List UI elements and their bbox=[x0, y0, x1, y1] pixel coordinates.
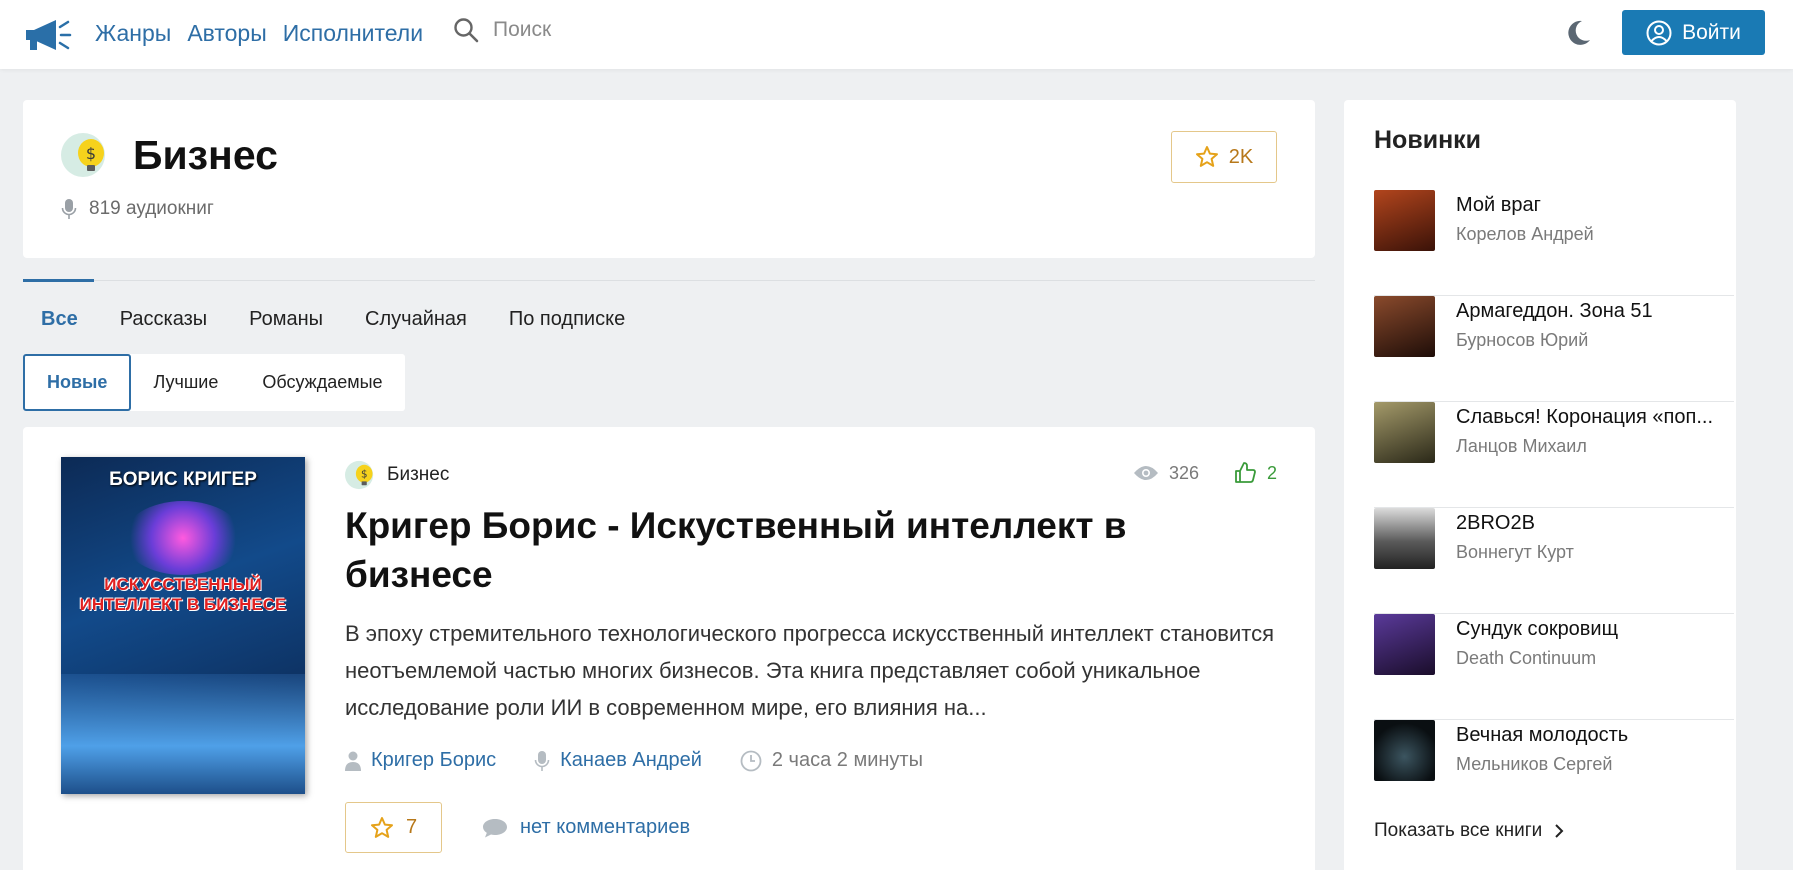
chevron-right-icon bbox=[1555, 824, 1564, 838]
book-favorite-button[interactable]: 7 bbox=[345, 802, 442, 853]
book-thumbnail[interactable] bbox=[1374, 614, 1435, 675]
business-genre-icon: $ bbox=[345, 460, 374, 490]
book-title[interactable]: Мой враг bbox=[1456, 194, 1736, 217]
tab-random[interactable]: Случайная bbox=[365, 305, 467, 333]
eye-icon bbox=[1133, 466, 1158, 480]
cover-title-text: ИСКУССТВЕННЫЙ ИНТЕЛЛЕКТ В БИЗНЕСЕ bbox=[79, 575, 287, 614]
business-genre-icon: $ bbox=[61, 133, 105, 177]
tab-all[interactable]: Все bbox=[41, 305, 78, 333]
book-genre-link[interactable]: $ Бизнес bbox=[345, 459, 449, 491]
book-actions: 7 нет комментариев bbox=[345, 802, 690, 853]
star-icon bbox=[370, 816, 393, 838]
book-genre-label: Бизнес bbox=[387, 464, 450, 485]
comment-bubble-icon bbox=[483, 818, 507, 837]
genre-favorite-count: 2K bbox=[1228, 145, 1254, 168]
nav-authors-link[interactable]: Авторы bbox=[187, 19, 266, 47]
duration-text: 2 часа 2 минуты bbox=[771, 749, 923, 771]
book-thumbnail[interactable] bbox=[1374, 508, 1435, 569]
sort-best[interactable]: Лучшие bbox=[131, 354, 240, 411]
active-tab-indicator bbox=[23, 279, 94, 282]
tabs-divider bbox=[23, 280, 1315, 281]
book-author[interactable]: Ланцов Михаил bbox=[1456, 436, 1587, 457]
book-description: В эпоху стремительного технологического … bbox=[345, 621, 1275, 720]
user-circle-icon bbox=[1646, 20, 1672, 45]
genre-title: Бизнес bbox=[133, 132, 278, 178]
book-title-link[interactable]: Кригер Борис - Искуственный интеллект в … bbox=[345, 501, 1245, 599]
book-title[interactable]: Славься! Коронация «поп... bbox=[1456, 406, 1736, 429]
cover-brain-glow bbox=[123, 501, 243, 575]
list-item[interactable]: Славься! Коронация «поп... Ланцов Михаил bbox=[1374, 402, 1734, 508]
book-cover[interactable]: БОРИС КРИГЕР ИСКУССТВЕННЫЙ ИНТЕЛЛЕКТ В Б… bbox=[61, 457, 305, 794]
main-nav: Жанры Авторы Исполнители bbox=[95, 19, 423, 47]
cover-author-text: БОРИС КРИГЕР bbox=[109, 469, 257, 490]
reader-link[interactable]: Канаев Андрей bbox=[560, 749, 702, 772]
svg-text:$: $ bbox=[361, 469, 368, 481]
book-author[interactable]: Воннегут Курт bbox=[1456, 542, 1574, 563]
nav-performers-link[interactable]: Исполнители bbox=[283, 19, 423, 47]
tab-novels[interactable]: Романы bbox=[249, 305, 323, 333]
book-title[interactable]: Армагеддон. Зона 51 bbox=[1456, 300, 1736, 323]
sort-tabs: Новые Лучшие Обсуждаемые bbox=[23, 354, 405, 411]
dark-mode-moon-icon[interactable] bbox=[1563, 18, 1593, 48]
book-card: БОРИС КРИГЕР ИСКУССТВЕННЫЙ ИНТЕЛЛЕКТ В Б… bbox=[23, 427, 1315, 870]
megaphone-logo-icon[interactable] bbox=[24, 18, 72, 52]
genre-header-card: $ Бизнес 819 аудиокниг 2K bbox=[23, 100, 1315, 258]
show-all-label: Показать все книги bbox=[1374, 820, 1543, 841]
book-stats: 326 2 bbox=[1133, 461, 1277, 485]
book-favorite-count: 7 bbox=[405, 816, 418, 838]
book-title[interactable]: Вечная молодость bbox=[1456, 724, 1736, 747]
search-input[interactable] bbox=[493, 18, 713, 42]
sort-discussed[interactable]: Обсуждаемые bbox=[240, 354, 404, 411]
book-author[interactable]: Мельников Сергей bbox=[1456, 754, 1612, 775]
svg-text:$: $ bbox=[86, 144, 96, 163]
reader-microphone-icon bbox=[534, 750, 550, 771]
list-item[interactable]: 2BRO2B Воннегут Курт bbox=[1374, 508, 1734, 614]
sidebar-title: Новинки bbox=[1374, 126, 1482, 154]
new-books-list: Мой враг Корелов Андрей Армагеддон. Зона… bbox=[1374, 190, 1734, 826]
tab-stories[interactable]: Рассказы bbox=[120, 305, 207, 333]
book-people: Кригер Борис Канаев Андрей 2 часа 2 мину… bbox=[345, 749, 923, 772]
book-thumbnail[interactable] bbox=[1374, 720, 1435, 781]
book-thumbnail[interactable] bbox=[1374, 402, 1435, 463]
category-tabs: Все Рассказы Романы Случайная По подписк… bbox=[41, 305, 625, 333]
tab-subscription[interactable]: По подписке bbox=[509, 305, 625, 333]
audiobook-count: 819 аудиокниг bbox=[61, 198, 214, 220]
list-item[interactable]: Армагеддон. Зона 51 Бурносов Юрий bbox=[1374, 296, 1734, 402]
book-author[interactable]: Корелов Андрей bbox=[1456, 224, 1594, 245]
book-thumbnail[interactable] bbox=[1374, 190, 1435, 251]
search-icon[interactable] bbox=[453, 17, 479, 43]
new-books-sidebar: Новинки Мой враг Корелов Андрей Армагедд… bbox=[1344, 100, 1736, 870]
views-count: 326 bbox=[1168, 462, 1199, 483]
clock-icon bbox=[740, 750, 762, 771]
comments-link[interactable]: нет комментариев bbox=[482, 816, 690, 839]
genre-favorite-button[interactable]: 2K bbox=[1171, 131, 1277, 183]
login-label: Войти bbox=[1682, 20, 1741, 44]
book-author[interactable]: Бурносов Юрий bbox=[1456, 330, 1588, 351]
microphone-icon bbox=[61, 199, 77, 219]
cover-floor bbox=[61, 674, 305, 794]
book-title[interactable]: Сундук сокровищ bbox=[1456, 618, 1736, 641]
thumbs-up-icon[interactable] bbox=[1233, 461, 1257, 485]
audiobook-count-text: 819 аудиокниг bbox=[89, 198, 214, 219]
sort-new[interactable]: Новые bbox=[23, 354, 132, 411]
author-person-icon bbox=[345, 751, 361, 771]
show-all-books-link[interactable]: Показать все книги bbox=[1374, 820, 1564, 842]
author-link[interactable]: Кригер Борис bbox=[371, 749, 496, 772]
book-thumbnail[interactable] bbox=[1374, 296, 1435, 357]
login-button[interactable]: Войти bbox=[1622, 10, 1765, 55]
book-author[interactable]: Death Continuum bbox=[1456, 648, 1596, 669]
book-title[interactable]: 2BRO2B bbox=[1456, 512, 1736, 535]
star-icon bbox=[1195, 146, 1218, 167]
nav-genres-link[interactable]: Жанры bbox=[95, 19, 171, 47]
top-bar: Жанры Авторы Исполнители Войти bbox=[0, 0, 1793, 69]
list-item[interactable]: Вечная молодость Мельников Сергей bbox=[1374, 720, 1734, 826]
search-box bbox=[453, 17, 713, 43]
likes-count: 2 bbox=[1266, 462, 1277, 483]
comments-text: нет комментариев bbox=[520, 816, 691, 838]
list-item[interactable]: Сундук сокровищ Death Continuum bbox=[1374, 614, 1734, 720]
book-meta-top: $ Бизнес 326 2 bbox=[345, 457, 1277, 491]
list-item[interactable]: Мой враг Корелов Андрей bbox=[1374, 190, 1734, 296]
